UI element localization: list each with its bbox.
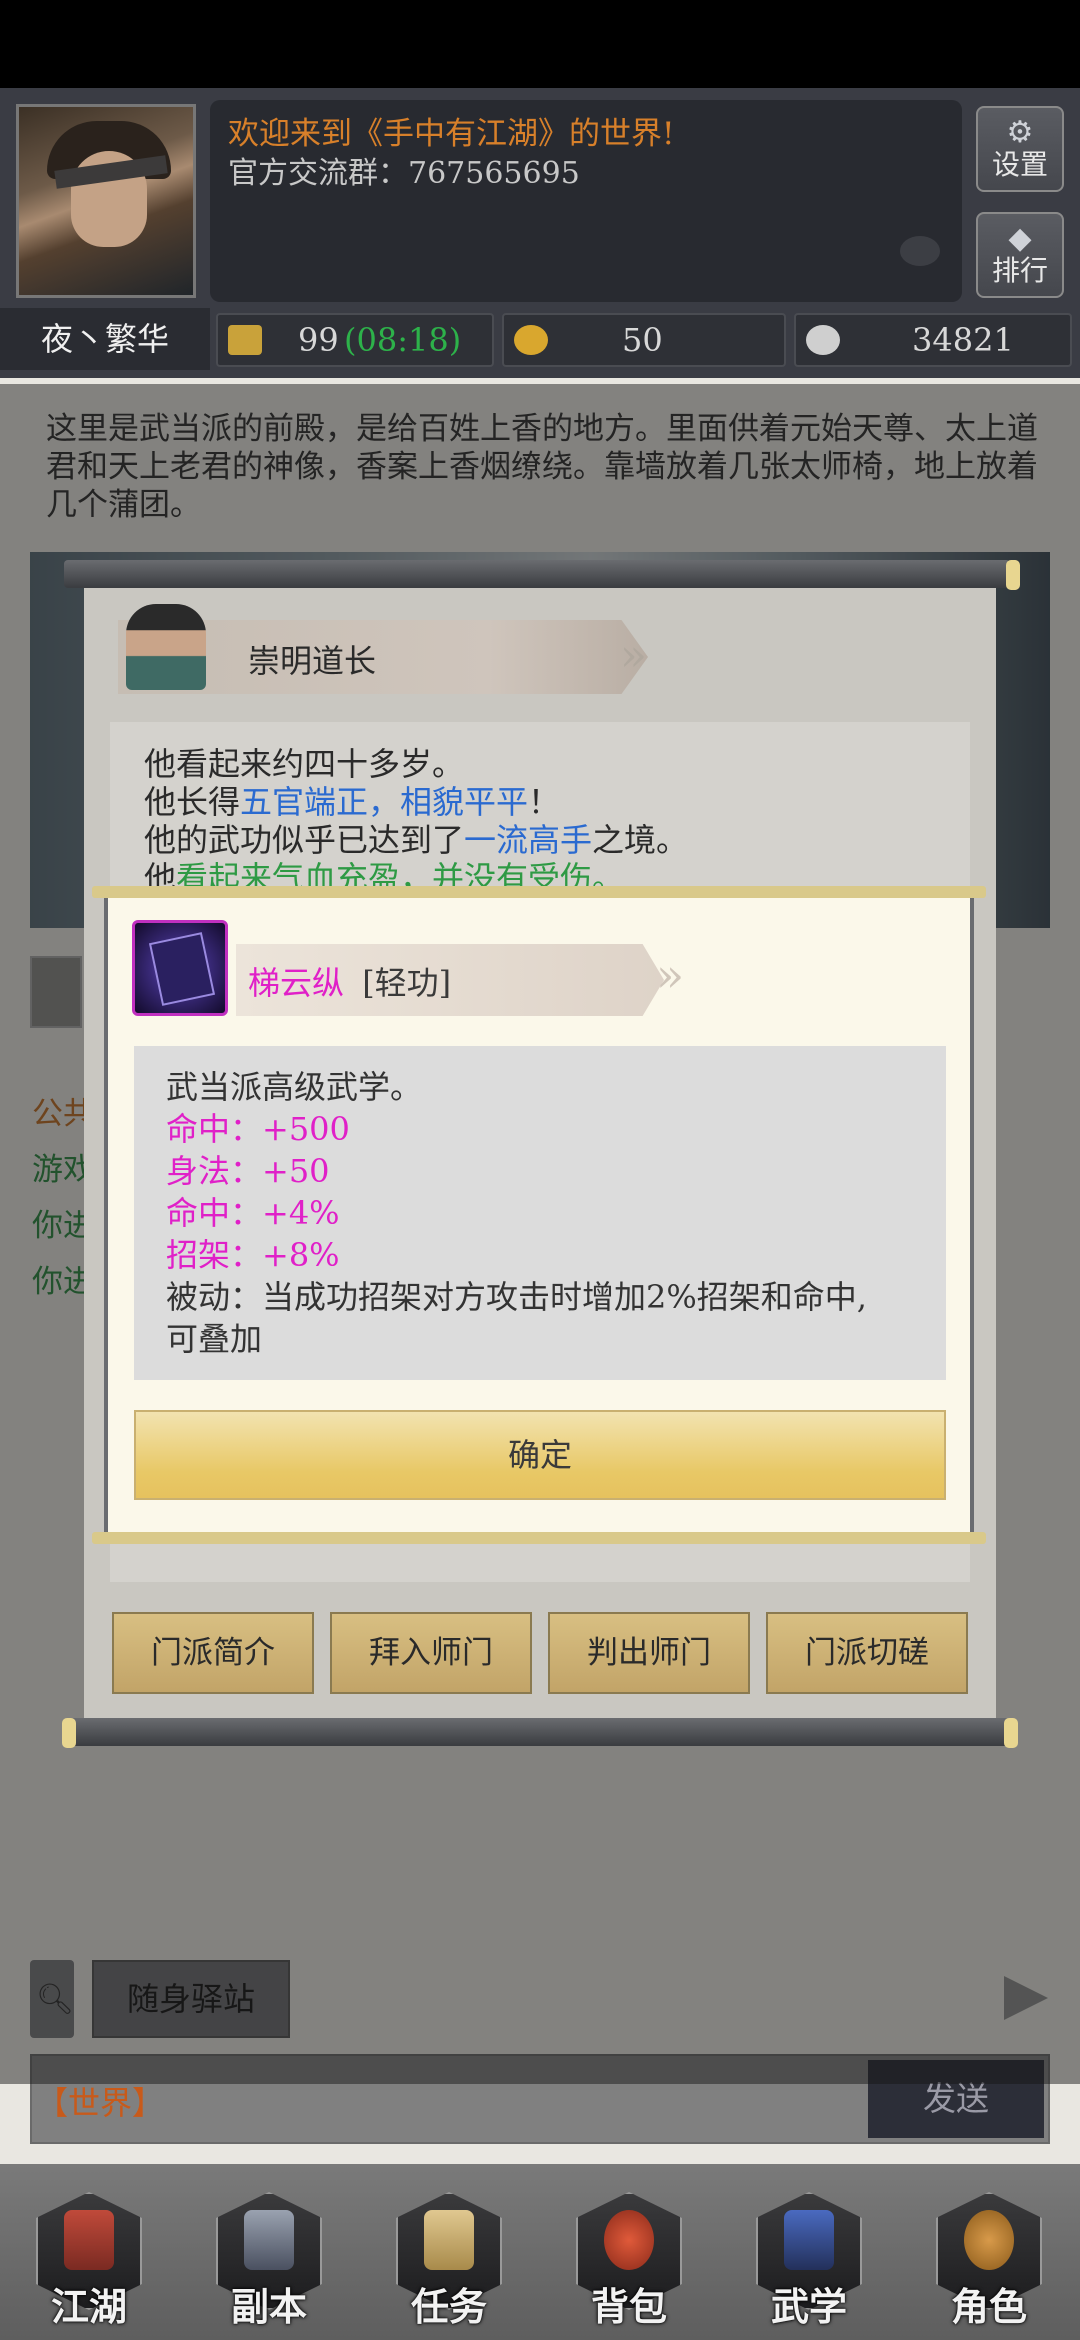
npc-age: 他看起来约四十多岁。 bbox=[144, 745, 465, 783]
modal-rod-top bbox=[92, 886, 986, 898]
stamina-icon bbox=[228, 325, 262, 355]
skill-passive: 被动：当成功招架对方攻击时增加2%招架和命中, bbox=[166, 1278, 867, 1316]
gourd-icon bbox=[964, 2210, 1014, 2270]
diamond-icon: ◆ bbox=[1008, 221, 1032, 256]
npc-name: 崇明道长 bbox=[248, 642, 377, 680]
skill-stat: 命中：+4% bbox=[166, 1194, 340, 1232]
skill-name: 梯云纵 bbox=[248, 964, 345, 1002]
scroll-rod-bottom bbox=[64, 1718, 1010, 1746]
player-avatar[interactable] bbox=[16, 104, 196, 298]
modal-rod-bottom bbox=[92, 1532, 986, 1544]
scroll-knob bbox=[1004, 1718, 1018, 1748]
sword-icon bbox=[244, 2210, 294, 2270]
book-icon bbox=[784, 2210, 834, 2270]
scroll-knob bbox=[1006, 560, 1020, 590]
skill-title: 梯云纵 [轻功] bbox=[248, 958, 451, 1004]
scroll-knob bbox=[62, 1718, 76, 1748]
chevron-right-icon: » bbox=[620, 630, 647, 681]
gold-ingot-icon bbox=[514, 325, 548, 355]
chat-bubble-icon bbox=[900, 236, 940, 266]
skill-stat: 招架：+8% bbox=[166, 1236, 340, 1274]
sect-intro-button[interactable]: 门派简介 bbox=[112, 1612, 314, 1694]
npc-portrait bbox=[126, 604, 206, 690]
gold-display: 50 bbox=[502, 313, 786, 367]
sect-spar-button[interactable]: 门派切磋 bbox=[766, 1612, 968, 1694]
tab-bag[interactable]: 背包 bbox=[570, 2186, 688, 2330]
tab-martial-arts[interactable]: 武学 bbox=[750, 2186, 868, 2330]
tab-character[interactable]: 角色 bbox=[930, 2186, 1048, 2330]
tab-dungeon[interactable]: 副本 bbox=[210, 2186, 328, 2330]
silver-display: 34821 bbox=[794, 313, 1072, 367]
skill-book-icon bbox=[132, 920, 228, 1016]
silver-ingot-icon bbox=[806, 325, 840, 355]
scroll-icon bbox=[424, 2210, 474, 2270]
status-bar bbox=[0, 0, 1080, 88]
skill-passive-cont: 可叠加 bbox=[166, 1320, 263, 1358]
bottom-tab-bar bbox=[0, 2164, 1080, 2340]
group-message: 官方交流群：767565695 bbox=[228, 156, 580, 191]
chevron-right-icon: » bbox=[656, 948, 685, 1002]
player-name: 夜丶繁华 bbox=[0, 308, 210, 370]
chat-channel[interactable]: 【世界】 bbox=[36, 2078, 164, 2124]
scroll-rod-top bbox=[64, 560, 1010, 588]
tab-jianghu[interactable]: 江湖 bbox=[30, 2186, 148, 2330]
npc-skill-level: 他的武功似乎已达到了一流高手之境。 bbox=[144, 821, 689, 859]
gear-icon: ⚙ bbox=[1006, 115, 1034, 150]
settings-button[interactable]: ⚙ 设置 bbox=[976, 106, 1064, 192]
stamina-display: 99 (08:18) bbox=[216, 313, 494, 367]
ranking-button[interactable]: ◆ 排行 bbox=[976, 212, 1064, 298]
skill-stat: 身法：+50 bbox=[166, 1152, 330, 1190]
bag-icon bbox=[604, 2210, 654, 2270]
confirm-button[interactable]: 确定 bbox=[134, 1410, 946, 1500]
system-message-box: 欢迎来到《手中有江湖》的世界! 官方交流群：767565695 bbox=[210, 100, 962, 302]
tab-quest[interactable]: 任务 bbox=[390, 2186, 508, 2330]
join-sect-button[interactable]: 拜入师门 bbox=[330, 1612, 532, 1694]
skill-type: [轻功] bbox=[362, 964, 452, 1002]
welcome-message: 欢迎来到《手中有江湖》的世界! bbox=[228, 116, 675, 152]
skill-intro: 武当派高级武学。 bbox=[166, 1068, 423, 1106]
pavilion-icon bbox=[64, 2210, 114, 2270]
npc-looks: 他长得五官端正，相貌平平！ bbox=[144, 783, 561, 821]
game-screen: 欢迎来到《手中有江湖》的世界! 官方交流群：767565695 ⚙ 设置 ◆ 排… bbox=[0, 0, 1080, 2340]
leave-sect-button[interactable]: 判出师门 bbox=[548, 1612, 750, 1694]
skill-stat: 命中：+500 bbox=[166, 1110, 350, 1148]
